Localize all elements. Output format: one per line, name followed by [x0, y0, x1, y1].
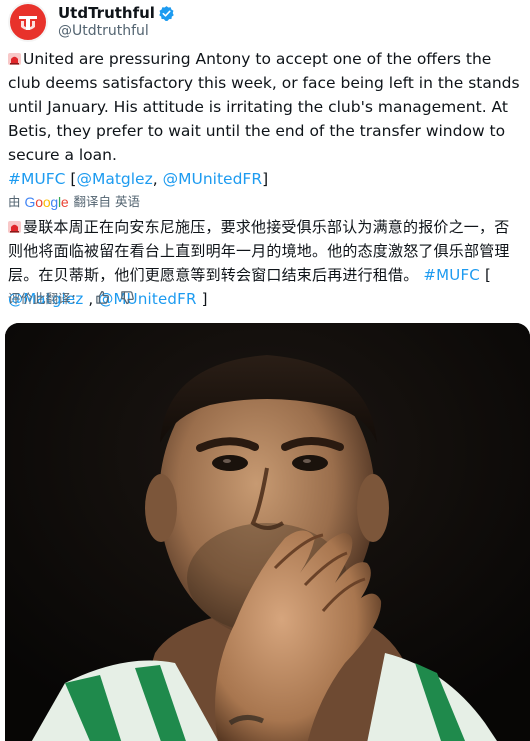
bracket-close-zh: ]	[201, 290, 208, 308]
rate-translation: 评价此翻译：	[8, 288, 135, 307]
bracket-close: ]	[262, 170, 269, 188]
translated-from[interactable]: 翻译自 英语	[74, 193, 140, 211]
translation-attribution: 由 Google 翻译自 英语	[8, 193, 523, 211]
tweet-card: UtdTruthful @Utdtruthful United are pres…	[0, 0, 530, 741]
name-row: UtdTruthful	[58, 4, 175, 22]
tweet-body: United are pressuring Antony to accept o…	[8, 47, 523, 311]
google-logo: Google	[24, 194, 69, 210]
verified-badge-icon	[158, 5, 175, 22]
comma: ,	[152, 170, 158, 188]
bracket-open-zh: [	[484, 266, 491, 284]
tweet-header: UtdTruthful @Utdtruthful	[8, 2, 175, 42]
author-names: UtdTruthful @Utdtruthful	[58, 4, 175, 40]
player-photo-illustration	[5, 323, 530, 741]
hashtag-mufc[interactable]: #MUFC	[8, 170, 65, 188]
tweet-text-english: United are pressuring Antony to accept o…	[8, 47, 523, 191]
rate-label: 评价此翻译：	[8, 291, 84, 306]
utd-logo-icon	[19, 16, 37, 30]
thumbs-down-icon[interactable]	[120, 290, 135, 305]
mention-matglez[interactable]: @Matglez	[76, 170, 152, 188]
thumbs-up-icon[interactable]	[95, 290, 110, 305]
mention-munitedfr[interactable]: @MUnitedFR	[163, 170, 263, 188]
translated-by-prefix: 由	[8, 194, 21, 209]
avatar[interactable]	[8, 2, 48, 42]
police-light-icon	[8, 221, 21, 233]
player-photo[interactable]	[5, 323, 530, 741]
hashtag-mufc-zh[interactable]: #MUFC	[423, 266, 480, 284]
author-handle[interactable]: @Utdtruthful	[58, 22, 175, 40]
display-name[interactable]: UtdTruthful	[58, 4, 155, 22]
police-light-icon	[8, 53, 21, 65]
english-text: United are pressuring Antony to accept o…	[8, 50, 520, 164]
